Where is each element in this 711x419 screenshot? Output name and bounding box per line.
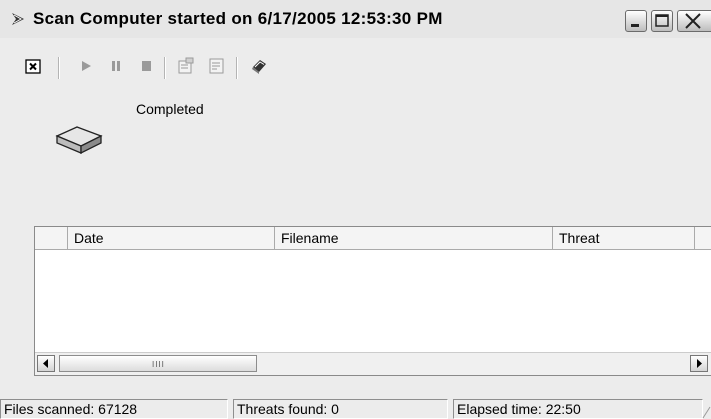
export-icon[interactable] xyxy=(208,57,226,75)
status-bar: Files scanned: 67128 Threats found: 0 El… xyxy=(0,397,711,419)
scroll-right-button[interactable] xyxy=(690,355,708,372)
maximize-icon xyxy=(655,14,669,27)
help-book-icon[interactable] xyxy=(250,57,268,75)
results-list[interactable]: Date Filename Threat IIII xyxy=(34,226,711,376)
column-header-overflow[interactable] xyxy=(695,227,711,249)
scan-window: Scan Computer started on 6/17/2005 12:53… xyxy=(0,0,711,419)
close-scan-icon[interactable] xyxy=(24,57,42,75)
column-header-icon[interactable] xyxy=(35,227,68,249)
toolbar-separator xyxy=(236,57,238,79)
column-header-threat[interactable]: Threat xyxy=(553,227,695,249)
maximize-button[interactable] xyxy=(651,10,673,32)
toolbar-separator xyxy=(58,57,60,79)
window-title: Scan Computer started on 6/17/2005 12:53… xyxy=(33,9,443,28)
close-button[interactable] xyxy=(677,10,711,32)
pause-icon[interactable] xyxy=(107,57,125,75)
scrollbar-grip: IIII xyxy=(152,360,165,369)
column-header-filename[interactable]: Filename xyxy=(275,227,553,249)
column-header-date[interactable]: Date xyxy=(68,227,275,249)
play-icon[interactable] xyxy=(77,57,95,75)
title-bar[interactable]: Scan Computer started on 6/17/2005 12:53… xyxy=(0,0,711,38)
resize-grip-icon[interactable] xyxy=(701,405,711,419)
scan-arrow-icon xyxy=(12,13,24,25)
minimize-icon xyxy=(631,24,639,27)
list-header: Date Filename Threat xyxy=(35,227,711,250)
toolbar xyxy=(0,54,711,82)
horizontal-scrollbar[interactable]: IIII xyxy=(35,352,711,375)
minimize-button[interactable] xyxy=(625,10,647,32)
toolbar-separator xyxy=(164,57,166,79)
stop-icon[interactable] xyxy=(137,57,155,75)
scan-status-label: Completed xyxy=(136,101,204,117)
elapsed-time-panel: Elapsed time: 22:50 xyxy=(453,399,703,419)
scroll-right-icon xyxy=(697,359,702,368)
scroll-left-button[interactable] xyxy=(37,355,55,372)
close-icon xyxy=(685,13,701,29)
files-scanned-panel: Files scanned: 67128 xyxy=(0,399,228,419)
drive-icon xyxy=(55,126,103,155)
threats-found-panel: Threats found: 0 xyxy=(233,399,448,419)
scrollbar-thumb[interactable]: IIII xyxy=(59,355,257,372)
properties-icon[interactable] xyxy=(177,57,195,75)
scroll-left-icon xyxy=(43,359,48,368)
